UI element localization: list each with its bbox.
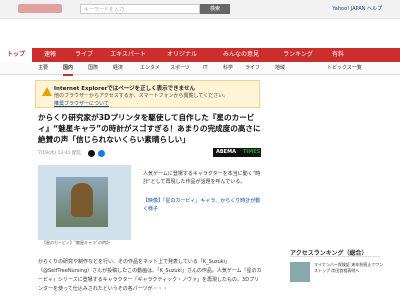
- nav-item-original[interactable]: オリジナル: [156, 48, 208, 62]
- subnav-item-science[interactable]: 科学: [223, 62, 233, 74]
- nav-item-opinion[interactable]: みんなの意見: [210, 48, 272, 62]
- warning-icon: [42, 87, 52, 96]
- subnav-item-domestic[interactable]: 国内: [63, 62, 74, 76]
- notice-title: Internet Explorerではページを正しく表示できません: [54, 86, 196, 92]
- article-date: 7/19(水) 13:41 配信: [38, 151, 81, 156]
- subnav-item-life[interactable]: ライフ: [245, 62, 260, 74]
- subnav-item-economy[interactable]: 経済: [113, 62, 123, 74]
- nav-item-ranking[interactable]: ランキング: [274, 48, 322, 62]
- image-caption: 【星のカービィ】“魅星キャラ”の時計: [42, 240, 111, 245]
- search-input[interactable]: キーワードを入力: [80, 4, 200, 14]
- abema-logo-right: TIMES: [243, 149, 261, 155]
- ranking-item[interactable]: マイナンバー保険証 来年秋廃止でワンストップ 岸田首相表明へ: [314, 262, 384, 274]
- sub-nav: 主要 国内 国際 経済 エンタメ スポーツ IT 科学 ライフ 地域 トピックス…: [0, 62, 400, 76]
- article-lead: 人気ゲームに登場するキャラクターを本当に動く“時計”として再現した作品が話題を呼…: [143, 171, 261, 185]
- ranking-thumbnail[interactable]: [290, 262, 310, 282]
- abema-logo-left: ABEMA: [216, 149, 236, 155]
- article-body: からくりの研究や制作などを行い、その作品をネット上で発表している「K_Suzuk…: [38, 259, 262, 292]
- site-logo[interactable]: [18, 4, 62, 13]
- nav-item-breaking[interactable]: 速報: [34, 48, 66, 62]
- subnav-item-topics[interactable]: トピックス一覧: [327, 62, 362, 74]
- top-links[interactable]: Yahoo! JAPAN ヘルプ: [332, 5, 382, 12]
- subnav-item-international[interactable]: 国際: [88, 62, 98, 74]
- notice-text: 他のブラウザーからアクセスするか、スマートフォンから閲覧してください。: [54, 93, 229, 99]
- article-image[interactable]: [38, 165, 131, 240]
- subnav-item-region[interactable]: 地域: [275, 62, 285, 74]
- nav-item-expert[interactable]: エキスパート: [102, 48, 154, 62]
- subnav-item-main[interactable]: 主要: [38, 62, 48, 74]
- nav-item-top[interactable]: トップ: [0, 48, 32, 62]
- subnav-item-entertainment[interactable]: エンタメ: [140, 62, 160, 74]
- clock-figure: [71, 183, 93, 217]
- nav-item-live[interactable]: ライブ: [68, 48, 100, 62]
- recommended-browser-link[interactable]: 推奨ブラウザーについて: [54, 100, 109, 107]
- article-title: からくり研究家が3Dプリンタを駆使して自作した『星のカービィ』“魅星キャラ”の時…: [38, 113, 261, 144]
- x-share-icon[interactable]: [88, 150, 95, 157]
- search-button[interactable]: 検索: [200, 4, 230, 14]
- subnav-item-sports[interactable]: スポーツ: [170, 62, 190, 74]
- subnav-item-it[interactable]: IT: [203, 62, 208, 74]
- main-nav: トップ 速報 ライブ エキスパート オリジナル みんなの意見 ランキング 有料: [0, 48, 400, 62]
- facebook-share-icon[interactable]: [98, 150, 105, 157]
- ie-warning-banner: Internet Explorerではページを正しく表示できません 他のブラウザ…: [35, 80, 260, 108]
- ranking-divider: [290, 256, 380, 257]
- abema-times-logo: ABEMA TIMES: [213, 148, 261, 157]
- related-video-link[interactable]: 【映像】「星のカービィ」キャラ、からくり時計が動く様子: [143, 197, 263, 213]
- top-bar: キーワードを入力 検索 Yahoo! JAPAN ヘルプ: [0, 0, 400, 19]
- nav-item-paid[interactable]: 有料: [324, 48, 352, 62]
